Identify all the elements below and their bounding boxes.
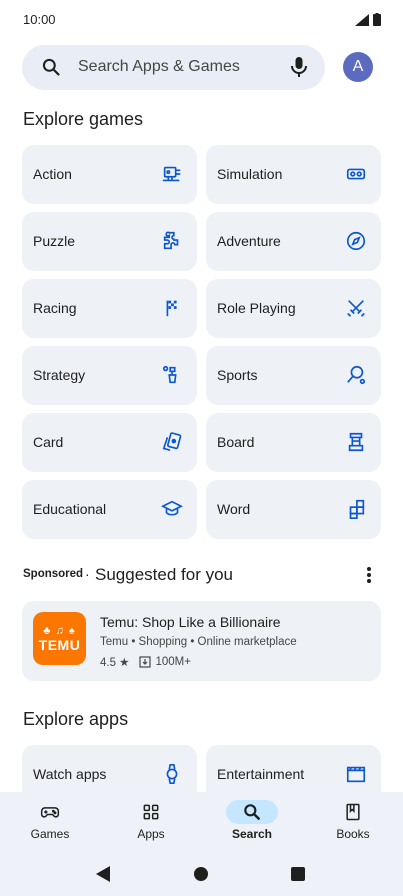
status-bar: 10:00 [0, 0, 403, 40]
category-label: Educational [33, 501, 107, 517]
app-downloads: 100M+ [155, 656, 191, 668]
vr-headset-icon [346, 168, 366, 180]
signal-icon [355, 13, 369, 26]
category-label: Strategy [33, 367, 86, 383]
category-label: Entertainment [217, 766, 305, 782]
category-label: Board [217, 434, 255, 450]
app-name: Temu: Shop Like a Billionaire [100, 614, 281, 630]
app-icon-glyphs: ♣ ♫ ♠ [43, 624, 76, 637]
crossed-swords-icon [347, 300, 365, 317]
category-board[interactable]: Board [206, 413, 381, 472]
category-strategy[interactable]: Strategy [22, 346, 197, 405]
nav-search[interactable]: Search [202, 792, 302, 850]
game-categories-grid: Action Simulation Puzzle Adventure Racin… [22, 145, 381, 539]
playing-cards-icon [162, 432, 182, 452]
category-label: Watch apps [33, 766, 107, 782]
app-meta: Temu • Shopping • Online marketplace [100, 636, 297, 648]
category-sports[interactable]: Sports [206, 346, 381, 405]
category-card[interactable]: Card [22, 413, 197, 472]
suggested-header: Sponsored · Suggested for you [23, 565, 378, 585]
watch-icon [166, 764, 178, 784]
category-label: Card [33, 434, 64, 450]
explore-apps-title: Explore apps [23, 709, 129, 729]
search-input[interactable]: Search Apps & Games [78, 58, 240, 76]
category-label: Role Playing [217, 300, 296, 316]
nav-games[interactable]: Games [0, 792, 100, 850]
graduation-cap-icon [161, 500, 183, 516]
sponsored-label: Sponsored [23, 568, 84, 580]
nav-label: Search [231, 827, 273, 841]
category-racing[interactable]: Racing [22, 279, 197, 338]
nav-apps[interactable]: Apps [101, 792, 201, 850]
category-puzzle[interactable]: Puzzle [22, 212, 197, 271]
temu-app-icon: ♣ ♫ ♠ TEMU [33, 612, 86, 665]
play-store-search-screen: 10:00 Search Apps & Games A Explore game… [0, 0, 403, 896]
battery-icon [373, 13, 381, 26]
search-bar[interactable]: Search Apps & Games [22, 45, 325, 90]
download-icon [138, 656, 151, 668]
nav-label: Books [336, 827, 370, 841]
more-vert-icon[interactable] [366, 565, 372, 585]
book-icon [346, 803, 360, 821]
word-blocks-icon [349, 499, 365, 519]
search-icon [244, 804, 260, 820]
app-stats: 4.5 ★ 100M+ [100, 655, 191, 669]
racket-icon [347, 365, 366, 385]
status-time: 10:00 [23, 12, 56, 27]
category-label: Sports [217, 367, 258, 383]
recents-button[interactable] [291, 867, 305, 881]
explore-games-title: Explore games [23, 109, 144, 129]
gamepad-icon [40, 807, 60, 818]
app-rating: 4.5 ★ [100, 657, 130, 669]
category-label: Word [217, 501, 251, 517]
category-label: Adventure [217, 233, 281, 249]
category-educational[interactable]: Educational [22, 480, 197, 539]
nav-books[interactable]: Books [303, 792, 403, 850]
category-label: Action [33, 166, 72, 182]
suggested-title: Suggested for you [95, 565, 233, 584]
category-label: Puzzle [33, 233, 76, 249]
category-action[interactable]: Action [22, 145, 197, 204]
app-icon-wordmark: TEMU [38, 636, 81, 653]
account-avatar[interactable]: A [343, 52, 373, 82]
category-role-playing[interactable]: Role Playing [206, 279, 381, 338]
nav-label: Games [30, 827, 70, 841]
compass-icon [346, 231, 366, 251]
category-label: Racing [33, 300, 77, 316]
category-simulation[interactable]: Simulation [206, 145, 381, 204]
category-label: Simulation [217, 166, 283, 182]
chess-rook-icon [348, 432, 364, 452]
nav-label: Apps [137, 827, 165, 841]
apps-grid-icon [143, 804, 159, 820]
back-icon[interactable] [96, 866, 110, 882]
system-navigation-bar [0, 850, 403, 896]
bottom-navigation: Games Apps Search Books [0, 792, 403, 850]
category-word[interactable]: Word [206, 480, 381, 539]
puzzle-piece-icon [163, 231, 179, 250]
home-button[interactable] [194, 867, 208, 881]
checkered-flag-icon [166, 300, 177, 317]
separator: · [85, 566, 90, 582]
gamepad-sword-icon [162, 166, 181, 182]
search-icon [42, 58, 60, 76]
status-icons [355, 13, 381, 26]
clapperboard-icon [346, 766, 366, 783]
suggested-app-card[interactable]: ♣ ♫ ♠ TEMU Temu: Shop Like a Billionaire… [22, 601, 381, 681]
microphone-icon[interactable] [289, 56, 309, 78]
category-adventure[interactable]: Adventure [206, 212, 381, 271]
strategy-icon [162, 365, 177, 384]
